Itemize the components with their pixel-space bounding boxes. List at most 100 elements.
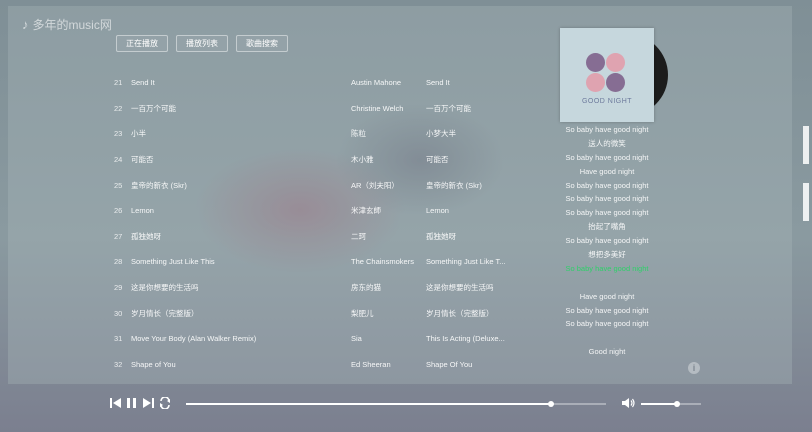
song-number: 21 [114, 78, 123, 88]
volume-knob[interactable] [674, 401, 680, 407]
lyric-line [540, 331, 674, 345]
cover-circle [586, 53, 605, 72]
song-name: 一百万个可能 [131, 103, 176, 113]
song-name: Send It [131, 78, 155, 88]
tab-now-playing[interactable]: 正在播放 [116, 35, 168, 52]
table-row[interactable]: 23 小半 陈粒 小梦大半 [108, 121, 508, 147]
volume-fill [641, 403, 677, 405]
volume-icon[interactable] [622, 397, 636, 411]
lyric-line: So baby have good night [565, 305, 649, 315]
song-name: 孤独她呀 [131, 231, 161, 241]
previous-icon[interactable] [110, 397, 122, 411]
song-singer: 米津玄師 [351, 206, 381, 216]
table-row[interactable]: 29 这是你想要的生活吗 房东的猫 这是你想要的生活吗 [108, 275, 508, 301]
lyric-line: So baby have good night [565, 319, 649, 329]
song-number: 27 [114, 231, 123, 241]
side-tab[interactable] [803, 126, 809, 164]
song-singer: The Chainsmokers [351, 257, 414, 267]
table-row[interactable]: 25 皇帝的新衣 (Skr) AR（刘夫阳） 皇帝的新衣 (Skr) [108, 172, 508, 198]
lyric-line [540, 276, 674, 290]
lyric-line: So baby have good night [565, 208, 649, 218]
song-name: Move Your Body (Alan Walker Remix) [131, 334, 257, 344]
song-number: 23 [114, 129, 123, 139]
cover-circle [606, 53, 625, 72]
tab-playlist[interactable]: 播放列表 [176, 35, 228, 52]
song-singer: Ed Sheeran [351, 359, 391, 369]
progress-bar[interactable] [186, 401, 606, 407]
tab-song-search[interactable]: 歌曲搜索 [236, 35, 288, 52]
song-album: 可能否 [426, 155, 449, 165]
lyric-line: So baby have good night [565, 152, 649, 162]
song-album: Send It [426, 78, 450, 88]
song-singer: 二珂 [351, 231, 366, 241]
table-row[interactable]: 32 Shape of You Ed Sheeran Shape Of You [108, 352, 508, 378]
album-cover: GOOD NIGHT [560, 28, 654, 122]
lyric-line: So baby have good night [565, 125, 649, 134]
song-name: 皇帝的新衣 (Skr) [131, 180, 187, 190]
lyric-line: 想把多美好 [588, 250, 626, 260]
side-tab[interactable] [803, 183, 809, 221]
song-album: 孤独她呀 [426, 231, 456, 241]
song-singer: 房东的猫 [351, 283, 381, 293]
song-album: 小梦大半 [426, 129, 456, 139]
progress-fill [186, 403, 552, 405]
cover-circle [586, 73, 605, 92]
song-album: This Is Acting (Deluxe... [426, 334, 505, 344]
song-name: Shape of You [131, 359, 176, 369]
lyric-line: 抬起了嘴角 [588, 222, 626, 232]
song-list: 21 Send It Austin Mahone Send It 22 一百万个… [108, 70, 508, 377]
pause-icon[interactable] [126, 397, 138, 411]
lyric-line: So baby have good night [565, 180, 649, 190]
table-row[interactable]: 26 Lemon 米津玄師 Lemon [108, 198, 508, 224]
tab-bar: 正在播放 播放列表 歌曲搜索 [116, 35, 296, 52]
song-album: Something Just Like T... [426, 257, 506, 267]
lyric-line: So baby have good night [565, 194, 649, 204]
song-singer: Sia [351, 334, 362, 344]
song-album: 皇帝的新衣 (Skr) [426, 180, 482, 190]
song-name: Something Just Like This [131, 257, 215, 267]
info-icon[interactable]: i [688, 362, 700, 374]
app-logo: ♪ 多年的music网 [22, 16, 112, 33]
volume-slider[interactable] [641, 401, 701, 407]
song-singer: AR（刘夫阳） [351, 180, 399, 190]
table-row[interactable]: 24 可能否 木小雅 可能否 [108, 147, 508, 173]
table-row[interactable]: 31 Move Your Body (Alan Walker Remix) Si… [108, 326, 508, 352]
app-logo-text: 多年的music网 [32, 18, 112, 32]
song-singer: Austin Mahone [351, 78, 402, 88]
table-row[interactable]: 28 Something Just Like This The Chainsmo… [108, 249, 508, 275]
song-album: 这是你想要的生活吗 [426, 283, 494, 293]
table-row[interactable]: 30 岁月情长（完整版） 梨肥儿 岁月情长（完整版） [108, 300, 508, 326]
song-singer: 梨肥儿 [351, 308, 374, 318]
song-number: 25 [114, 180, 123, 190]
repeat-icon[interactable] [158, 396, 172, 411]
song-album: Shape Of You [426, 359, 473, 369]
song-number: 26 [114, 206, 123, 216]
song-singer: 木小雅 [351, 155, 374, 165]
cover-circle [606, 73, 625, 92]
song-album: 一百万个可能 [426, 103, 471, 113]
lyric-line: Have good night [579, 166, 635, 176]
cover-title: GOOD NIGHT [581, 98, 633, 105]
cover-art-circles [586, 53, 626, 93]
table-row[interactable]: 21 Send It Austin Mahone Send It [108, 70, 508, 96]
lyric-line: Good night [588, 347, 626, 357]
lyric-line: So baby have good night [565, 236, 649, 246]
lyric-line-active: So baby have good night [565, 263, 649, 273]
next-icon[interactable] [142, 397, 154, 411]
music-note-icon: ♪ [22, 17, 29, 32]
song-number: 32 [114, 359, 123, 369]
song-singer: 陈粒 [351, 129, 366, 139]
table-row[interactable]: 22 一百万个可能 Christine Welch 一百万个可能 [108, 96, 508, 122]
song-name: 岁月情长（完整版） [131, 308, 199, 318]
table-row[interactable]: 27 孤独她呀 二珂 孤独她呀 [108, 224, 508, 250]
lyric-line: 送人的微笑 [588, 138, 626, 148]
song-number: 22 [114, 103, 123, 113]
song-name: 可能否 [131, 155, 154, 165]
song-album: 岁月情长（完整版） [426, 308, 494, 318]
song-number: 30 [114, 308, 123, 318]
lyrics-panel: So baby have good night 送人的微笑 So baby ha… [540, 123, 674, 359]
song-number: 29 [114, 283, 123, 293]
lyric-line: Have good night [579, 291, 635, 301]
song-album: Lemon [426, 206, 449, 216]
song-number: 31 [114, 334, 123, 344]
